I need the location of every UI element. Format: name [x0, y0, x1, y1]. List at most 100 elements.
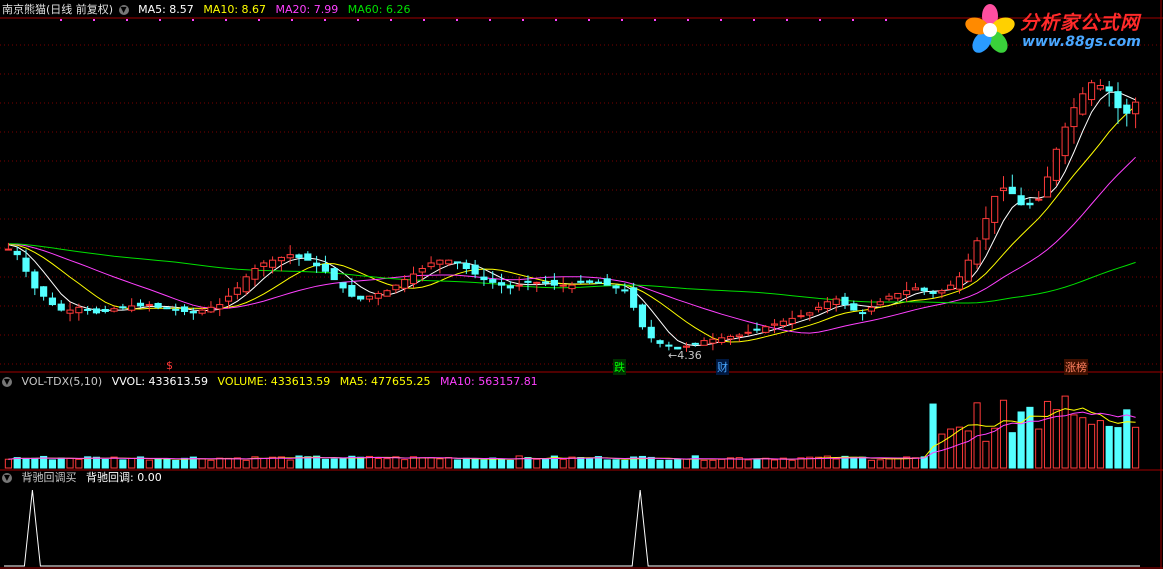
candle-body [638, 304, 647, 328]
top-marker-dot [60, 19, 62, 21]
candle-body [665, 344, 673, 347]
volume-bar [885, 458, 893, 469]
candle-body [339, 282, 347, 289]
settings-icon[interactable]: ▼ [2, 473, 12, 483]
candle-body [735, 334, 743, 337]
candle-body [823, 301, 831, 309]
vol-ma10-label: MA10: 563157.81 [439, 375, 538, 388]
volume-bar [374, 458, 382, 469]
volume-bar [656, 459, 664, 469]
volume-bar [1087, 423, 1096, 469]
top-marker-dot [819, 19, 821, 21]
flower-logo-icon [965, 4, 1015, 53]
volume-bar [22, 457, 30, 469]
stock-title: 南京熊猫(日线 前复权) [2, 3, 114, 16]
ma10-line [8, 105, 1136, 343]
volume-bar [1035, 428, 1043, 469]
settings-icon[interactable]: ▼ [2, 377, 12, 387]
top-marker-dot [258, 19, 260, 21]
ma60-label: MA60: 6.26 [347, 3, 411, 16]
candle-body [682, 345, 691, 348]
candle-body [1079, 93, 1087, 115]
candle-body [207, 306, 215, 313]
settings-icon[interactable]: ▼ [118, 5, 129, 15]
candle-body [991, 195, 999, 223]
candle-body [647, 326, 655, 339]
candle-body [251, 268, 259, 280]
top-marker-dot [357, 19, 359, 21]
volume-bar [541, 458, 550, 469]
volume-bar [242, 459, 250, 469]
stock-chart-frame [0, 0, 1163, 569]
top-marker-dot [753, 19, 755, 21]
volume-bar [621, 459, 629, 469]
ma10-label: MA10: 8.67 [203, 3, 267, 16]
candle-body [1061, 126, 1069, 157]
candle-body [656, 340, 664, 344]
volume-bar [13, 457, 21, 469]
marker-cai: 财 [716, 359, 729, 375]
candle-body [770, 323, 779, 326]
candle-body [295, 254, 303, 258]
candle-body [867, 306, 875, 312]
volume-bar [4, 458, 12, 469]
candle-body [489, 279, 497, 283]
volume-bar [101, 458, 109, 469]
candle-body [66, 309, 74, 314]
volume-bar [559, 458, 567, 469]
candle-body [31, 271, 39, 289]
candle-body [260, 262, 268, 267]
volume-bar [401, 459, 409, 469]
volume-bar [665, 459, 673, 469]
volume-bar [154, 458, 162, 469]
candle-body [136, 302, 145, 307]
candle-body [277, 256, 285, 262]
top-marker-dot [885, 19, 887, 21]
candle-body [1087, 82, 1096, 101]
volume-bar [365, 455, 374, 469]
candle-body [233, 287, 241, 295]
candle-body [471, 264, 479, 275]
candle-body [550, 279, 558, 286]
candlestick-series [4, 79, 1140, 352]
candle-body [128, 305, 136, 311]
candle-body [4, 248, 12, 251]
volume-bar [392, 456, 400, 469]
volume-bar [744, 459, 752, 469]
ma5-label: MA5: 8.57 [138, 3, 194, 16]
volume-bar [1132, 426, 1140, 469]
volume-bar [462, 457, 470, 469]
candle-body [920, 287, 928, 292]
candle-body [357, 295, 365, 300]
candle-body [286, 254, 294, 259]
candle-body [515, 284, 523, 287]
volume-bar [471, 458, 479, 469]
top-marker-dot [291, 19, 293, 21]
volume-bar [850, 456, 858, 469]
volume-bar [506, 459, 514, 469]
volume-bar [1052, 409, 1060, 469]
candle-body [172, 308, 180, 311]
candle-body [541, 281, 550, 284]
candle-body [1070, 107, 1078, 128]
candle-body [374, 292, 382, 299]
candle-body [859, 312, 867, 315]
candle-body [110, 308, 118, 312]
candle-body [964, 259, 972, 282]
candle-body [1026, 202, 1034, 206]
volume-bar [1105, 425, 1113, 469]
candle-body [630, 287, 638, 308]
indicator-value: 背驰回调: 0.00 [86, 471, 162, 484]
candle-body [101, 308, 109, 312]
candle-body [797, 315, 805, 318]
top-marker-dot [93, 19, 95, 21]
candle-body [726, 335, 735, 340]
candle-body [577, 280, 585, 283]
volume-bar [603, 459, 611, 469]
candle-body [75, 306, 83, 314]
candle-body [814, 306, 823, 311]
candle-body [198, 309, 206, 314]
volume-bar [859, 456, 867, 469]
candle-body [163, 307, 171, 310]
candle-body [1105, 86, 1113, 92]
